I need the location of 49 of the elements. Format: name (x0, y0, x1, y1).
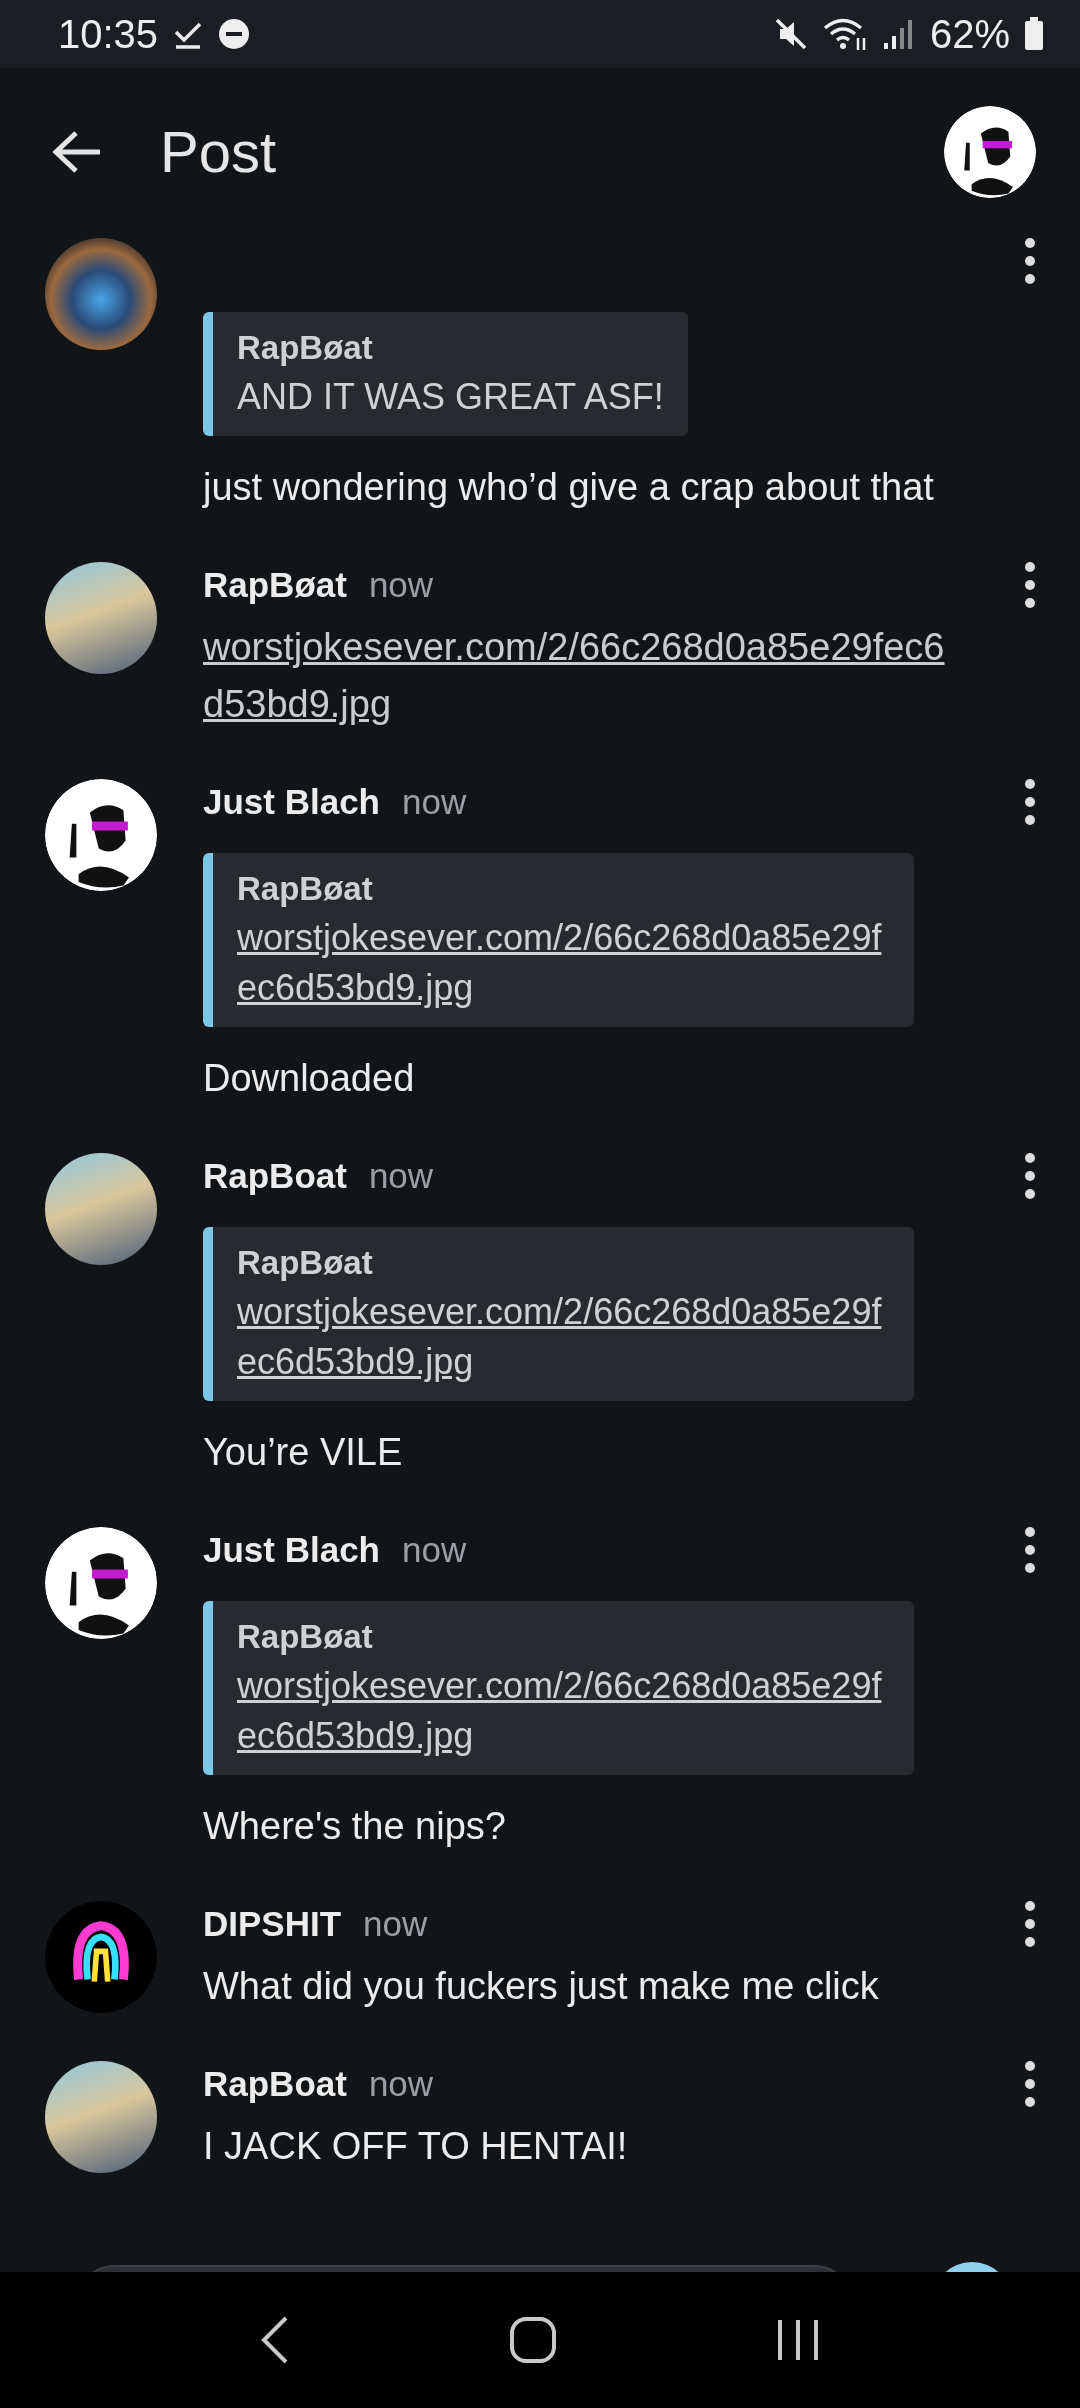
quoted-link[interactable]: worstjokesever.com/2/66c268d0a85e29fec6d53bd9.jpg (237, 1287, 890, 1387)
quoted-text: AND IT WAS GREAT ASF! (237, 375, 664, 419)
page-title: Post (160, 118, 278, 185)
message-text: Downloaded (203, 1056, 416, 1101)
quoted-author: RapBøat (237, 328, 374, 368)
more-options-icon[interactable] (1023, 2058, 1037, 2110)
message-text: I JACK OFF TO HENTAI! (203, 2124, 629, 2169)
back-icon[interactable] (259, 2315, 290, 2365)
username[interactable]: Just Blach (203, 1530, 380, 1570)
avatar-drawing[interactable] (944, 105, 1036, 198)
battery-percentage: 62% (929, 11, 1010, 57)
timestamp: now (368, 565, 434, 605)
mute-icon (773, 17, 808, 51)
more-options-icon[interactable] (1023, 235, 1037, 287)
quoted-link[interactable]: worstjokesever.com/2/66c268d0a85e29fec6d53bd9.jpg (237, 913, 890, 1013)
quoted-author: RapBøat (237, 1617, 374, 1657)
more-options-icon[interactable] (1023, 1150, 1037, 1202)
clock: 10:35 (58, 11, 159, 57)
back-arrow-icon[interactable] (52, 129, 102, 174)
message-text: Where's the nips? (203, 1804, 507, 1849)
timestamp: now (368, 1156, 434, 1196)
home-icon[interactable] (509, 2316, 557, 2364)
username[interactable]: RapBøat (203, 565, 347, 605)
username[interactable]: DIPSHIT (203, 1904, 342, 1944)
timestamp: now (363, 1904, 428, 1944)
quoted-link[interactable]: worstjokesever.com/2/66c268d0a85e29fec6d53bd9.jpg (237, 1661, 890, 1761)
timestamp: now (402, 1530, 467, 1570)
avatar-drawing[interactable] (45, 1527, 157, 1639)
wifi-icon (821, 16, 868, 52)
username[interactable]: RapBoat (203, 2064, 347, 2104)
message-link[interactable]: worstjokesever.com/2/66c268d0a85e29fec6d53bd9.jpg (203, 619, 954, 733)
more-options-icon[interactable] (1023, 776, 1037, 828)
do-not-disturb-icon (218, 18, 251, 50)
message-text: You’re VILE (203, 1430, 404, 1475)
more-options-icon[interactable] (1023, 1898, 1037, 1950)
more-options-icon[interactable] (1023, 559, 1037, 611)
message-text: just wondering who’d give a crap about that (203, 465, 935, 510)
more-options-icon[interactable] (1023, 1524, 1037, 1576)
message-text: What did you fuckers just make me click (203, 1964, 880, 2009)
recent-apps-icon[interactable] (776, 2318, 821, 2362)
avatar-drawing[interactable] (45, 1901, 157, 2013)
quoted-author: RapBøat (237, 1243, 374, 1283)
username[interactable]: RapBoat (203, 1156, 347, 1196)
timestamp: now (368, 2064, 434, 2104)
battery-icon (1024, 17, 1044, 51)
avatar-drawing[interactable] (45, 779, 157, 891)
timestamp: now (402, 782, 467, 822)
username[interactable]: Just Blach (203, 782, 380, 822)
quoted-author: RapBøat (237, 869, 374, 909)
